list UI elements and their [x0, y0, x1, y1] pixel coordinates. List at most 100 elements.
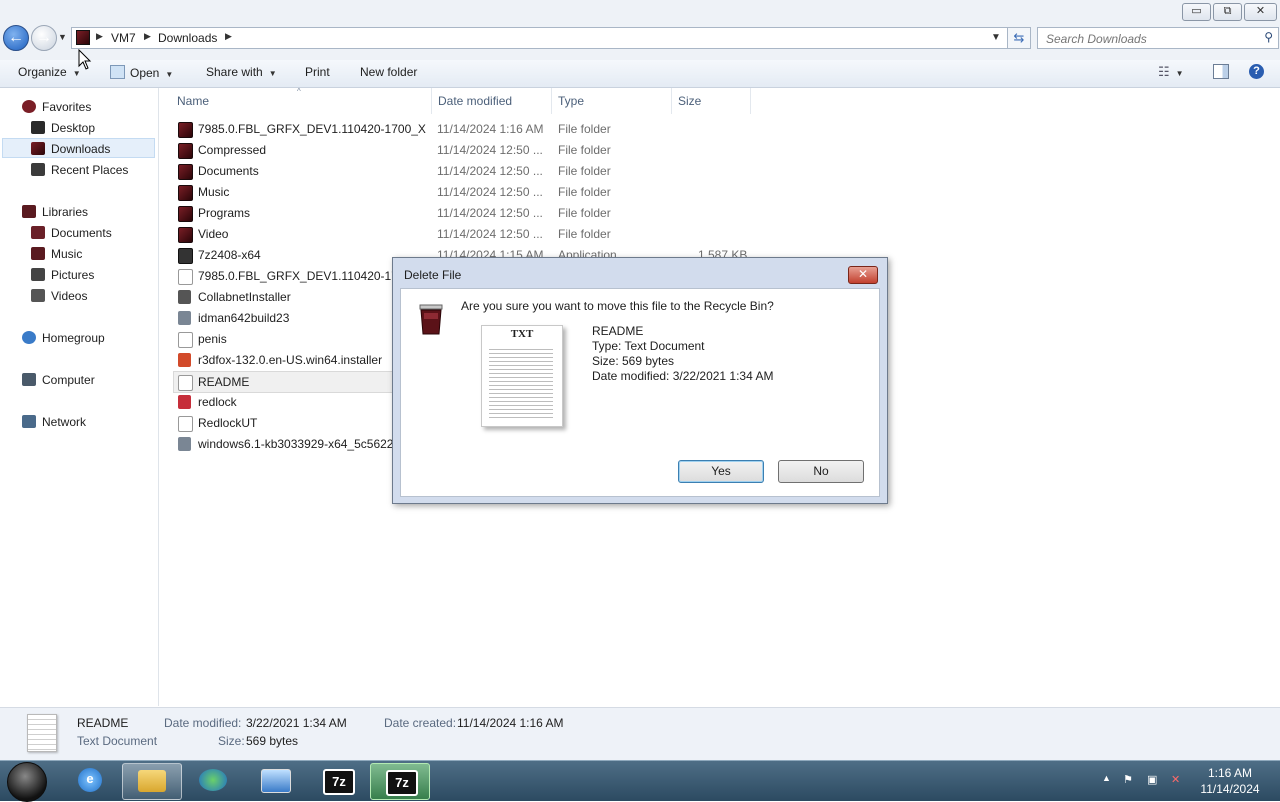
taskbar-7zip[interactable]: 7z	[308, 763, 366, 798]
recycle-bin-icon	[419, 304, 443, 335]
search-icon[interactable]: ⚲	[1264, 30, 1273, 44]
breadcrumb-chevron-icon[interactable]: ▶	[225, 31, 232, 42]
file-row[interactable]: Music 11/14/2024 12:50 ... File folder	[174, 182, 1154, 203]
back-button[interactable]: ←	[3, 25, 29, 51]
open-button[interactable]: Open ▼	[110, 65, 173, 80]
7zip-icon: 7z	[323, 769, 355, 795]
file-icon	[178, 416, 193, 432]
file-row[interactable]: Documents 11/14/2024 12:50 ... File folder	[174, 161, 1154, 182]
details-date-created-label: Date created:	[384, 716, 457, 730]
file-row[interactable]: 7985.0.FBL_GRFX_DEV1.110420-1700_X64... 1…	[174, 119, 1154, 140]
column-header-type[interactable]: Type	[558, 94, 584, 108]
sidebar-item-downloads[interactable]: Downloads	[2, 138, 155, 158]
address-bar[interactable]: ▶ VM7 ▶ Downloads ▶ ▼	[71, 27, 1008, 49]
installer-icon	[178, 290, 191, 304]
search-box[interactable]: ⚲	[1037, 27, 1279, 49]
taskbar-picture-viewer[interactable]	[246, 763, 304, 798]
network-icon[interactable]: ▣	[1147, 773, 1157, 786]
close-icon: ✕	[857, 267, 869, 281]
file-row[interactable]: Programs 11/14/2024 12:50 ... File folder	[174, 203, 1154, 224]
folder-icon	[138, 770, 166, 792]
action-center-flag-icon[interactable]: ⚑	[1123, 773, 1133, 786]
details-date-modified: 3/22/2021 1:34 AM	[246, 716, 347, 730]
sidebar-item-videos[interactable]: Videos	[31, 286, 87, 306]
address-history-dropdown-icon[interactable]: ▼	[991, 32, 1001, 43]
start-button[interactable]	[7, 762, 47, 802]
breadcrumb-vm7[interactable]: VM7	[111, 31, 136, 45]
dialog-file-size: Size: 569 bytes	[592, 354, 675, 368]
sidebar-item-pictures[interactable]: Pictures	[31, 265, 94, 285]
column-header-name[interactable]: Name	[177, 94, 209, 108]
folder-icon	[178, 164, 193, 180]
sidebar-item-libraries[interactable]: Libraries	[22, 202, 88, 222]
help-icon[interactable]: ?	[1249, 64, 1264, 79]
text-document-thumbnail: TXT	[481, 325, 563, 427]
internet-explorer-icon: e	[78, 768, 102, 792]
navigation-pane: Favorites Desktop Downloads Recent Place…	[0, 88, 159, 706]
sidebar-item-favorites[interactable]: Favorites	[22, 97, 91, 117]
r3dfox-installer-icon	[178, 353, 191, 367]
column-divider[interactable]	[431, 88, 432, 114]
column-divider[interactable]	[671, 88, 672, 114]
sidebar-item-homegroup[interactable]: Homegroup	[22, 328, 105, 348]
arrow-right-icon: →	[36, 29, 52, 46]
no-button[interactable]: No	[778, 460, 864, 483]
file-row-selected[interactable]: README	[173, 371, 395, 393]
7zip-icon: 7z	[386, 770, 418, 796]
system-clock[interactable]: 1:16 AM 11/14/2024	[1190, 765, 1270, 797]
column-divider[interactable]	[551, 88, 552, 114]
forward-button[interactable]: →	[31, 25, 57, 51]
details-date-modified-label: Date modified:	[164, 716, 242, 730]
taskbar-internet-explorer[interactable]: e	[61, 763, 119, 798]
clock-date: 11/14/2024	[1200, 782, 1260, 796]
close-button[interactable]: ✕	[1244, 3, 1277, 21]
column-header-size[interactable]: Size	[678, 94, 701, 108]
taskbar-download-manager[interactable]	[184, 763, 242, 798]
sidebar-item-desktop[interactable]: Desktop	[31, 118, 95, 138]
sidebar-item-documents[interactable]: Documents	[31, 223, 112, 243]
file-row[interactable]: Video 11/14/2024 12:50 ... File folder	[174, 224, 1154, 245]
breadcrumb-chevron-icon[interactable]: ▶	[96, 31, 103, 42]
search-input[interactable]	[1044, 29, 1258, 49]
sidebar-item-recent-places[interactable]: Recent Places	[31, 160, 128, 180]
libraries-icon	[22, 205, 36, 218]
view-options-icon[interactable]: ☷ ▼	[1158, 64, 1184, 80]
sidebar-item-network[interactable]: Network	[22, 412, 86, 432]
taskbar-windows-explorer[interactable]	[122, 763, 182, 800]
desktop-icon	[31, 121, 45, 134]
dialog-file-name: README	[592, 324, 644, 338]
recent-pages-dropdown[interactable]: ▼	[58, 30, 68, 44]
text-file-icon	[178, 332, 193, 348]
print-button[interactable]: Print	[305, 65, 330, 79]
column-header-date-modified[interactable]: Date modified	[438, 94, 512, 108]
breadcrumb-downloads[interactable]: Downloads	[158, 31, 217, 45]
maximize-button[interactable]: ⧉	[1213, 3, 1242, 21]
minimize-button[interactable]: ▭	[1182, 3, 1211, 21]
sidebar-item-music[interactable]: Music	[31, 244, 82, 264]
dialog-close-button[interactable]: ✕	[848, 266, 878, 284]
star-icon	[22, 100, 36, 113]
new-folder-button[interactable]: New folder	[360, 65, 417, 79]
globe-download-icon	[199, 769, 227, 791]
preview-pane-icon[interactable]	[1213, 64, 1229, 79]
breadcrumb-chevron-icon[interactable]: ▶	[144, 31, 151, 42]
share-with-button[interactable]: Share with ▼	[206, 65, 277, 79]
sidebar-item-computer[interactable]: Computer	[22, 370, 95, 390]
file-icon	[178, 269, 193, 285]
text-file-icon	[178, 375, 193, 391]
redlock-icon	[178, 395, 191, 409]
sort-ascending-icon: ^	[297, 87, 301, 96]
organize-button[interactable]: Organize ▼	[18, 65, 81, 79]
windows-update-icon	[178, 437, 191, 451]
show-hidden-icons-icon[interactable]: ▲	[1102, 773, 1111, 783]
refresh-button[interactable]: ⇆	[1007, 27, 1031, 49]
details-file-type: Text Document	[77, 734, 158, 748]
column-divider[interactable]	[750, 88, 751, 114]
music-icon	[31, 247, 45, 260]
yes-button[interactable]: Yes	[678, 460, 764, 483]
volume-muted-icon[interactable]: ✕	[1171, 773, 1180, 786]
file-row[interactable]: Compressed 11/14/2024 12:50 ... File folde…	[174, 140, 1154, 161]
dialog-file-date: Date modified: 3/22/2021 1:34 AM	[592, 369, 774, 383]
taskbar-7zip-active[interactable]: 7z	[370, 763, 430, 800]
clock-time: 1:16 AM	[1207, 766, 1253, 780]
